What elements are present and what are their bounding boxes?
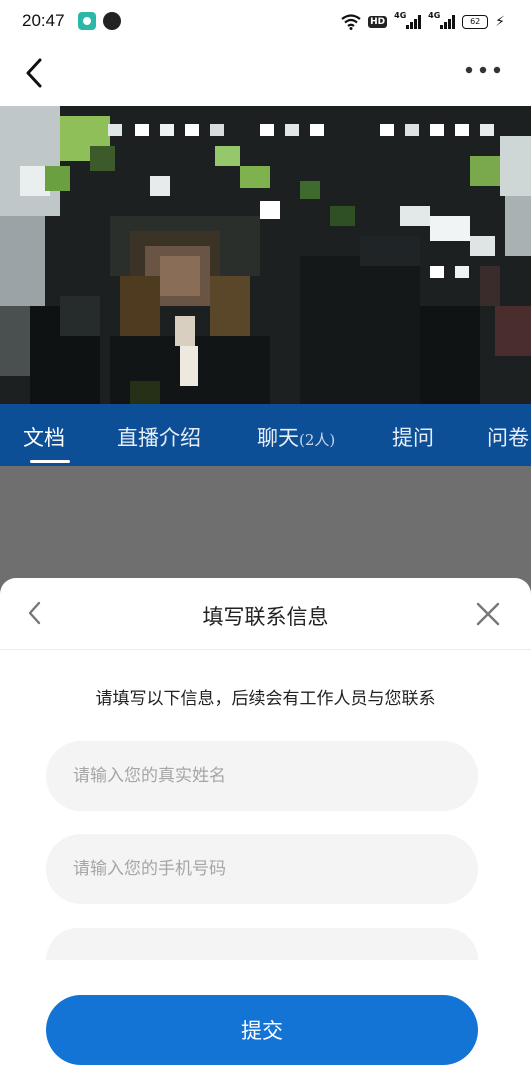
signal-icon: 4G <box>394 11 422 29</box>
modal-backdrop[interactable] <box>0 466 531 596</box>
status-bar: 20:47 HD 4G 4G 62 ⚡ <box>0 0 531 44</box>
live-tabs: 文档 直播介绍 聊天(2人) 提问 问卷 <box>0 404 531 466</box>
tab-label: 问卷 <box>487 426 529 450</box>
real-name-input[interactable] <box>46 741 478 811</box>
status-icons: HD 4G 4G 62 ⚡ <box>341 11 505 33</box>
video-frame <box>0 106 531 404</box>
sheet-title: 填写联系信息 <box>202 605 329 629</box>
tab-live-intro[interactable]: 直播介绍 <box>117 422 201 452</box>
app-notification-icon <box>78 12 96 30</box>
close-icon[interactable] <box>472 598 504 630</box>
extra-info-input[interactable] <box>46 928 478 960</box>
signal-icon: 4G <box>428 11 456 29</box>
chat-count: (2人) <box>299 431 336 449</box>
sheet-description: 请填写以下信息，后续会有工作人员与您联系 <box>95 689 436 709</box>
phone-input[interactable] <box>46 834 478 904</box>
signal-label: 4G <box>394 11 407 20</box>
active-tab-indicator <box>30 460 70 463</box>
more-horizontal-icon[interactable] <box>464 62 504 78</box>
tab-label: 文档 <box>23 426 65 450</box>
wifi-icon <box>341 14 361 30</box>
live-video-player[interactable] <box>0 106 531 404</box>
hd-icon: HD <box>368 16 388 28</box>
tab-label: 聊天 <box>257 426 299 450</box>
tab-label: 直播介绍 <box>117 426 201 450</box>
app-notification-icon-2 <box>103 12 121 30</box>
tab-chat[interactable]: 聊天(2人) <box>257 422 335 452</box>
chevron-left-icon[interactable] <box>20 56 50 90</box>
sheet-header: 填写联系信息 <box>0 578 531 650</box>
signal-label: 4G <box>428 11 441 20</box>
tab-label: 提问 <box>392 426 434 450</box>
status-time: 20:47 <box>22 11 65 30</box>
top-nav <box>0 44 531 106</box>
battery-icon: 62 <box>462 15 489 29</box>
contact-info-sheet: 填写联系信息 请填写以下信息，后续会有工作人员与您联系 提交 <box>0 578 531 1084</box>
tab-questions[interactable]: 提问 <box>392 422 434 452</box>
tab-document[interactable]: 文档 <box>23 422 65 452</box>
charging-icon: ⚡ <box>495 14 505 30</box>
tab-survey[interactable]: 问卷 <box>487 422 529 452</box>
submit-button[interactable]: 提交 <box>46 995 478 1065</box>
